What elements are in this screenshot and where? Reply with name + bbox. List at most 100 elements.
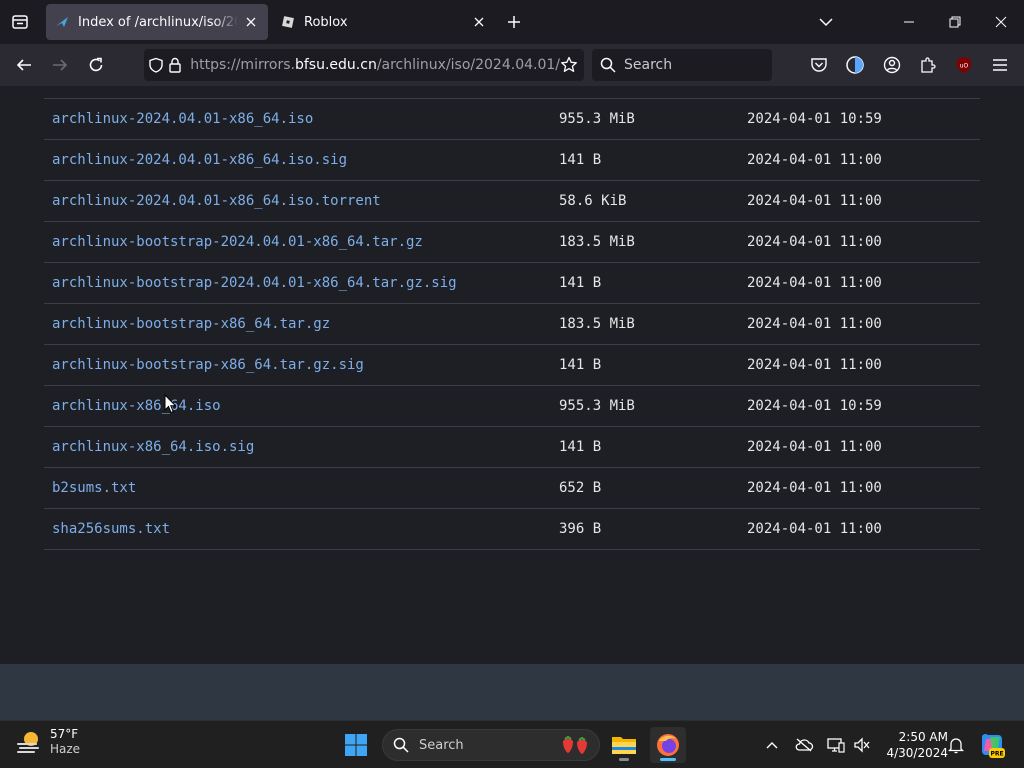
file-size: 141 B: [559, 357, 602, 373]
running-indicator: [619, 758, 629, 761]
chevron-down-icon: [819, 18, 833, 27]
windows-taskbar: 57°F Haze Search 2:50 AM 4/30/2024 PRE: [0, 720, 1024, 768]
file-date: 2024-04-01 11:00: [747, 275, 882, 291]
file-link[interactable]: archlinux-2024.04.01-x86_64.iso.sig: [44, 152, 559, 168]
address-bar[interactable]: https://mirrors.bfsu.edu.cn/archlinux/is…: [144, 49, 584, 81]
back-button[interactable]: [9, 50, 39, 80]
table-row: b2sums.txt 652 B 2024-04-01 11:00: [44, 468, 980, 509]
bookmark-star-button[interactable]: [560, 52, 578, 78]
file-link[interactable]: archlinux-bootstrap-2024.04.01-x86_64.ta…: [44, 275, 559, 291]
lock-icon: [169, 57, 181, 73]
tab-title: Roblox: [304, 14, 348, 30]
table-row: archlinux-2024.04.01-x86_64.iso.torrent 5…: [44, 181, 980, 222]
file-date: 2024-04-01 11:00: [747, 521, 882, 537]
file-size: 955.3 MiB: [559, 398, 635, 414]
file-link[interactable]: archlinux-bootstrap-x86_64.tar.gz.sig: [44, 357, 559, 373]
copilot-pre-icon: PRE: [982, 733, 1005, 758]
extension-dark-reader-button[interactable]: [842, 52, 868, 78]
site-info-button[interactable]: [168, 54, 182, 76]
taskbar-firefox[interactable]: [650, 727, 686, 763]
file-date: 2024-04-01 11:00: [747, 152, 882, 168]
close-icon: [995, 16, 1007, 28]
file-link[interactable]: archlinux-2024.04.01-x86_64.iso.torrent: [44, 193, 559, 209]
onedrive-tray-icon[interactable]: [792, 733, 816, 757]
table-row: archlinux-2024.04.01-x86_64.iso 955.3 MiB…: [44, 99, 980, 140]
search-placeholder: Search: [624, 57, 673, 73]
tab-strip: Index of /archlinux/iso/2024.04.01/ Robl…: [0, 0, 1024, 44]
network-tray-icon[interactable]: [824, 733, 848, 757]
new-tab-button[interactable]: [500, 8, 528, 36]
taskbar-search-placeholder: Search: [419, 737, 464, 753]
restore-button[interactable]: [932, 0, 978, 44]
pocket-icon: [811, 58, 827, 72]
folder-icon: [612, 737, 636, 754]
firefox-icon: [657, 734, 679, 756]
windows-logo-icon: [345, 734, 367, 756]
file-date: 2024-04-01 11:00: [747, 357, 882, 373]
table-row: archlinux-bootstrap-x86_64.tar.gz 183.5 M…: [44, 304, 980, 345]
copilot-button[interactable]: PRE: [978, 731, 1006, 759]
list-all-tabs-button[interactable]: [812, 8, 840, 36]
table-row: archlinux-x86_64.iso 955.3 MiB 2024-04-01 …: [44, 386, 980, 427]
weather-haze-icon: [17, 732, 39, 753]
tracking-protection-button[interactable]: [148, 54, 164, 76]
start-button[interactable]: [340, 729, 372, 761]
plus-icon: [508, 16, 520, 28]
file-link[interactable]: archlinux-bootstrap-2024.04.01-x86_64.ta…: [44, 234, 559, 250]
restore-icon: [949, 16, 961, 28]
firefox-view-button[interactable]: [6, 8, 34, 36]
extensions-button[interactable]: [915, 52, 941, 78]
show-hidden-icons-button[interactable]: [760, 733, 784, 757]
minimize-button[interactable]: [886, 0, 932, 44]
tab-title: Index of /archlinux/iso/2024.04.01/: [78, 14, 238, 30]
taskbar-file-explorer[interactable]: [606, 727, 642, 763]
reload-button[interactable]: [81, 50, 111, 80]
ublock-origin-button[interactable]: uO: [951, 52, 977, 78]
minimize-icon: [904, 21, 914, 23]
close-icon: [474, 17, 484, 27]
tab-close-button[interactable]: [470, 13, 488, 31]
taskbar-search-box[interactable]: Search: [382, 729, 600, 761]
taskbar-clock[interactable]: 2:50 AM 4/30/2024: [878, 729, 948, 761]
window-close-button[interactable]: [978, 0, 1024, 44]
tab-close-button[interactable]: [242, 13, 260, 31]
clock-time: 2:50 AM: [898, 730, 948, 744]
running-indicator: [660, 758, 676, 761]
file-size: 141 B: [559, 275, 602, 291]
page-scrollbar[interactable]: [1008, 86, 1024, 664]
file-size: 141 B: [559, 152, 602, 168]
app-menu-button[interactable]: [987, 52, 1013, 78]
file-link[interactable]: archlinux-x86_64.iso.sig: [44, 439, 559, 455]
search-bar[interactable]: Search: [592, 49, 772, 81]
file-link[interactable]: archlinux-bootstrap-x86_64.tar.gz: [44, 316, 559, 332]
star-icon: [561, 56, 577, 72]
account-icon: [883, 56, 901, 74]
tab-archlinux-index[interactable]: Index of /archlinux/iso/2024.04.01/: [46, 4, 268, 40]
file-date: 2024-04-01 11:00: [747, 316, 882, 332]
file-link[interactable]: archlinux-x86_64.iso: [44, 398, 559, 414]
svg-text:PRE: PRE: [990, 751, 1003, 758]
url-prefix: https://mirrors.: [190, 57, 295, 73]
file-link[interactable]: sha256sums.txt: [44, 521, 559, 537]
account-button[interactable]: [879, 52, 905, 78]
weather-condition: Haze: [50, 742, 81, 756]
table-row: sha256sums.txt 396 B 2024-04-01 11:00: [44, 509, 980, 550]
notifications-button[interactable]: [944, 733, 968, 757]
ublock-shield-icon: uO: [957, 57, 971, 73]
file-date: 2024-04-01 10:59: [747, 111, 882, 127]
tab-roblox[interactable]: Roblox: [272, 4, 496, 40]
pocket-button[interactable]: [806, 52, 832, 78]
file-date: 2024-04-01 11:00: [747, 234, 882, 250]
forward-button[interactable]: [45, 50, 75, 80]
navigation-toolbar: https://mirrors.bfsu.edu.cn/archlinux/is…: [0, 44, 1024, 86]
file-link[interactable]: b2sums.txt: [44, 480, 559, 496]
volume-tray-icon[interactable]: [850, 733, 874, 757]
roblox-favicon-icon: [280, 14, 296, 30]
file-link[interactable]: archlinux-2024.04.01-x86_64.iso: [44, 111, 559, 127]
url-text[interactable]: https://mirrors.bfsu.edu.cn/archlinux/is…: [190, 57, 560, 73]
file-size: 396 B: [559, 521, 602, 537]
search-icon: [393, 737, 409, 753]
weather-widget[interactable]: 57°F Haze: [14, 727, 80, 757]
circle-half-icon: [846, 56, 864, 74]
bell-icon: [948, 738, 964, 754]
